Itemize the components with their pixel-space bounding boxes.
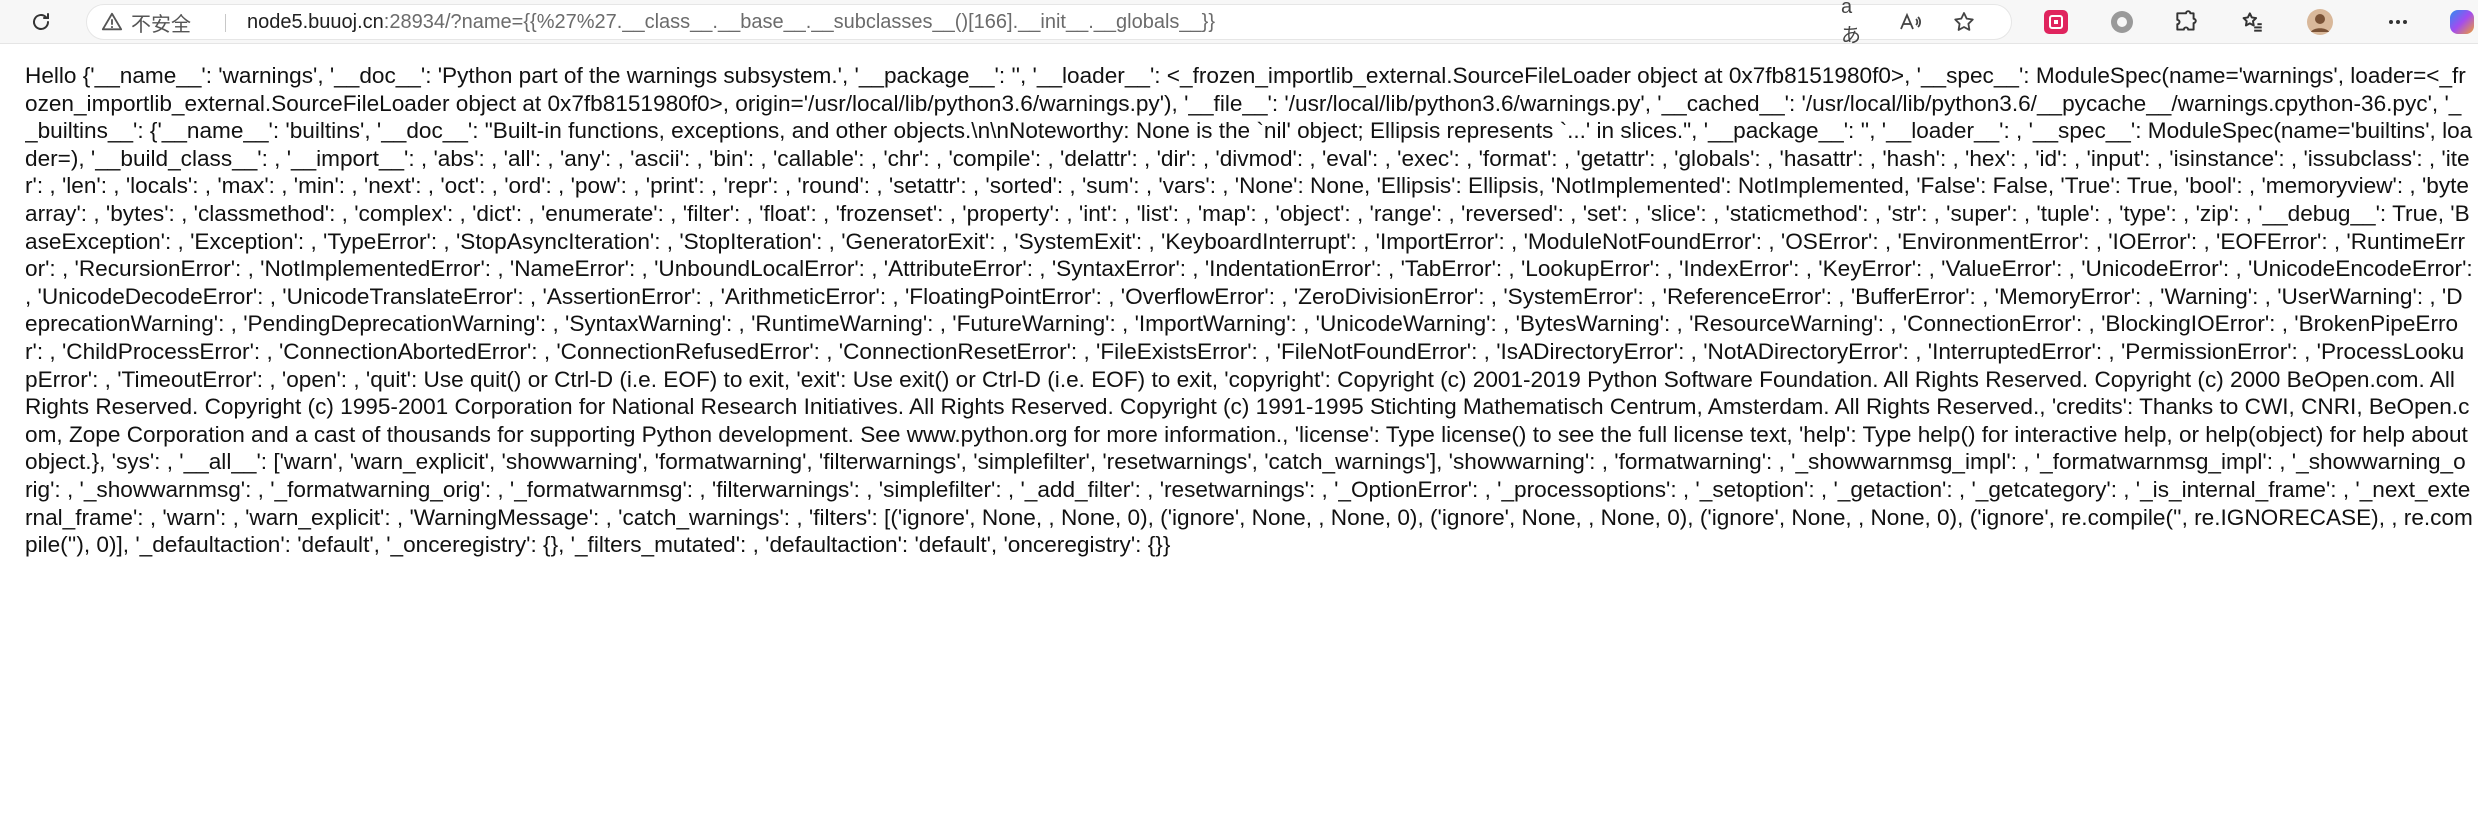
- warning-icon: [101, 12, 123, 31]
- copilot-svg: [2450, 10, 2474, 34]
- extension-red-icon[interactable]: [2040, 6, 2072, 38]
- reload-icon: [33, 13, 49, 30]
- copilot-icon[interactable]: [2446, 6, 2478, 38]
- python-globals-dump: Hello {'__name__': 'warnings', '__doc__'…: [25, 63, 2473, 558]
- address-bar[interactable]: 不安全 node5.buuoj.cn:28934/?name={{%27%27.…: [86, 0, 2012, 47]
- address-divider: [225, 14, 226, 32]
- extension-red-svg: [2044, 10, 2068, 34]
- favorite-star-icon[interactable]: [1949, 7, 1979, 37]
- star-svg: [1954, 12, 1974, 31]
- url-path: :28934/?name={{%27%27.__class__.__base__…: [383, 11, 1215, 33]
- profile-avatar-icon[interactable]: [2304, 6, 2336, 38]
- browser-toolbar: 不安全 node5.buuoj.cn:28934/?name={{%27%27.…: [0, 0, 2478, 47]
- security-label: 不安全: [131, 13, 191, 36]
- translate-icon[interactable]: aあ: [1841, 0, 1871, 47]
- security-indicator[interactable]: 不安全: [101, 5, 191, 39]
- collections-icon[interactable]: [2236, 6, 2268, 38]
- url-text[interactable]: node5.buuoj.cn:28934/?name={{%27%27.__cl…: [247, 5, 1867, 39]
- read-aloud-icon[interactable]: [1895, 7, 1925, 37]
- translate-glyph: aあ: [1841, 0, 1861, 47]
- url-host: node5.buuoj.cn: [247, 11, 384, 33]
- more-menu-icon[interactable]: [2382, 6, 2414, 38]
- extension-circle-icon[interactable]: [2106, 6, 2138, 38]
- reload-button[interactable]: [24, 5, 58, 39]
- read-aloud-svg: [1900, 12, 1921, 30]
- puzzle-svg: [2176, 10, 2197, 31]
- avatar-svg: [2307, 9, 2333, 35]
- more-svg: [2389, 20, 2407, 24]
- extensions-puzzle-icon[interactable]: [2170, 6, 2202, 38]
- page-content: Hello {'__name__': 'warnings', '__doc__'…: [25, 62, 2473, 812]
- collections-svg: [2242, 12, 2262, 32]
- extension-circle-svg: [2111, 11, 2133, 33]
